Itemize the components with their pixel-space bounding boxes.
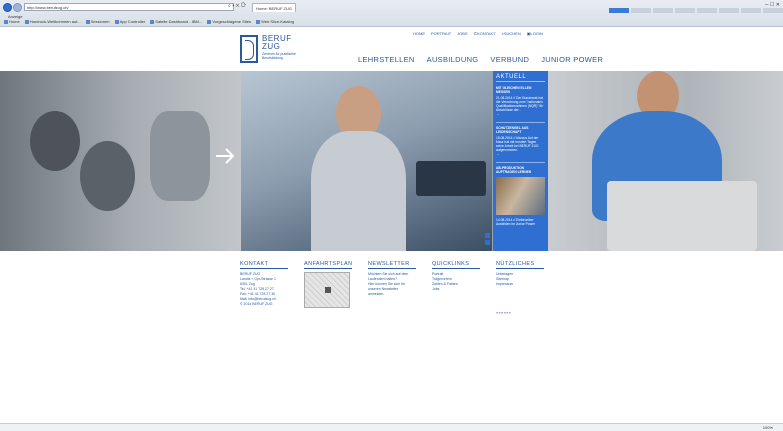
forward-button[interactable] — [13, 3, 22, 12]
aktuell-panel: AKTUELL MIT GLEICHEN ELLEN MESSEN 21.08.… — [493, 71, 548, 251]
favorite-item[interactable]: Hardrock-Weltkommen auf... — [24, 19, 81, 24]
footer-newsletter: NEWSLETTER Möchten Sie sich auf dem Lauf… — [368, 261, 416, 297]
topnav-kontakt[interactable]: ✆KONTAKT — [474, 31, 496, 36]
favorite-item[interactable]: Web Slice-Katalog — [256, 19, 294, 24]
nav-lehrstellen[interactable]: LEHRSTELLEN — [358, 55, 415, 64]
news-item[interactable]: SCHUTZENGEL AUS LEIDENSCHAFT 18.08.2014 … — [496, 126, 545, 156]
page-icon — [24, 19, 29, 24]
logo-name: BERUF ZUG — [262, 34, 292, 51]
footer-dots: »»»»»» — [496, 310, 512, 315]
topnav-home[interactable]: HOME — [413, 31, 425, 36]
slider-pager — [485, 233, 490, 247]
tab-home[interactable]: Home: BERUF ZUG — [252, 3, 297, 12]
topnav-portrait[interactable]: PORTRAIT — [431, 31, 451, 36]
top-nav: HOME PORTRAIT JOBS ✆KONTAKT ⌕SUCHEN ▣LOG… — [413, 31, 543, 36]
next-slide-arrow-icon[interactable] — [214, 145, 236, 167]
pager-down-button[interactable] — [485, 240, 490, 245]
back-button[interactable] — [3, 3, 12, 12]
browser-chrome: http://www.berufzug.ch/ ⌕ ▾ ✕ ⟳ Home: BE… — [0, 0, 783, 27]
link-jobs[interactable]: Jobs — [432, 287, 480, 292]
footer-quicklinks: QUICKLINKS Portrait Trägerverein Zahlen … — [432, 261, 480, 292]
map-thumbnail[interactable] — [304, 272, 350, 308]
favorite-item[interactable]: Home — [4, 19, 20, 24]
command-bar[interactable] — [609, 8, 783, 14]
hero-image-right — [547, 71, 783, 251]
hero-image-left — [0, 71, 241, 251]
logo-mark-icon — [240, 35, 258, 63]
more-arrow-icon[interactable]: → — [496, 152, 545, 156]
status-bar: 100% — [0, 423, 783, 431]
hero-slider — [0, 71, 783, 251]
favorite-item[interactable]: Sessionen — [85, 19, 109, 24]
page-icon — [256, 19, 261, 24]
news-thumbnail — [496, 177, 545, 215]
footer-anfahrt: ANFAHRTSPLAN — [304, 261, 352, 308]
footer-nuetzliches: NÜTZLICHES Unterlagen Sitemap Impressum — [496, 261, 544, 287]
favorites-bar: Home Hardrock-Weltkommen auf... Sessione… — [0, 19, 783, 26]
nav-ausbildung[interactable]: AUSBILDUNG — [427, 55, 479, 64]
page-icon — [114, 19, 119, 24]
page-icon — [4, 19, 8, 24]
page-icon — [207, 19, 212, 24]
nav-verbund[interactable]: VERBUND — [490, 55, 529, 64]
logo-subtitle: Zentrum für praktische Berufsbildung — [262, 52, 296, 60]
aktuell-heading: AKTUELL — [496, 74, 545, 82]
favorite-item[interactable]: App Controller — [114, 19, 145, 24]
pager-up-button[interactable] — [485, 233, 490, 238]
hero-image-main — [241, 71, 492, 251]
address-bar[interactable]: http://www.berufzug.ch/ — [24, 3, 234, 11]
nav-junior-power[interactable]: JUNIOR POWER — [541, 55, 603, 64]
topnav-jobs[interactable]: JOBS — [457, 31, 467, 36]
page-icon — [85, 19, 90, 24]
favorite-item[interactable]: Vorgeschlagene Sites — [207, 19, 251, 24]
news-item[interactable]: AB-PRODUKTION AUFTRAGEN LERNEN 14.08.201… — [496, 166, 545, 226]
link-impressum[interactable]: Impressum — [496, 282, 544, 287]
topnav-suchen[interactable]: ⌕SUCHEN — [502, 31, 521, 36]
zoom-level[interactable]: 100% — [763, 425, 773, 430]
page-icon — [150, 19, 155, 24]
address-icons[interactable]: ⌕ ▾ ✕ ⟳ — [228, 3, 246, 9]
topnav-login[interactable]: ▣LOGIN — [527, 31, 543, 36]
main-nav: LEHRSTELLEN AUSBILDUNG VERBUND JUNIOR PO… — [358, 55, 603, 64]
favorite-item[interactable]: Satelle Dashboard - IBM... — [150, 19, 202, 24]
more-arrow-icon[interactable]: → — [496, 112, 545, 116]
news-item[interactable]: MIT GLEICHEN ELLEN MESSEN 21.08.2014 // … — [496, 86, 545, 116]
footer-kontakt: KONTAKT BERUF ZUG Landis + Gyr-Strasse 1… — [240, 261, 288, 307]
